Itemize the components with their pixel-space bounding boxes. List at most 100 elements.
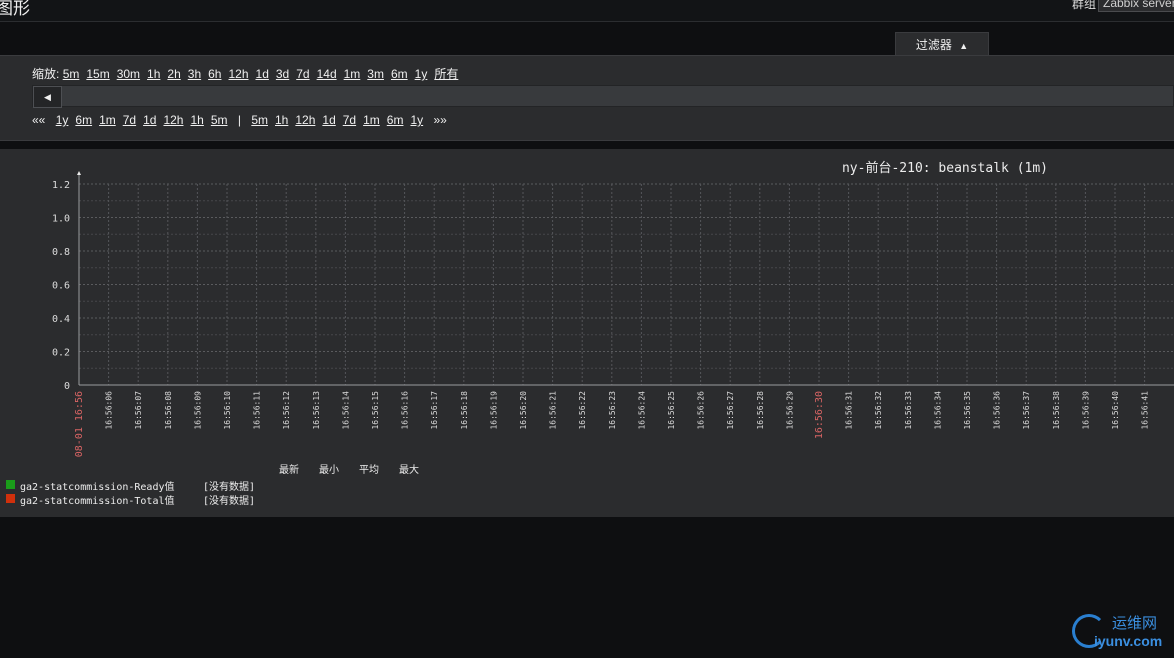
zoom-link-3h[interactable]: 3h [188,67,201,81]
nav-back-5m[interactable]: 5m [211,113,228,127]
y-tick-label: 0.6 [52,281,70,292]
zoom-link-所有[interactable]: 所有 [434,67,458,81]
x-tick-label: 16:56:15 [371,391,380,430]
y-tick-label: 0.2 [52,348,70,359]
zoom-row: 缩放: 5m 15m 30m 1h 2h 3h 6h 12h 1d 3d 7d 14d 1m 3m 6m 1y… [32,65,465,82]
zoom-link-1m[interactable]: 1m [344,67,361,81]
legend-series-status: [没有数据] [203,482,256,493]
x-tick-label: 16:56:37 [1022,391,1031,430]
nav-forward-12h[interactable]: 12h [295,113,315,127]
page-title: 图形 [0,0,30,18]
time-scrollbar[interactable]: ◀ [32,85,1174,108]
page-header: 图形 群组 Zabbix servers [0,0,1174,22]
x-tick-label: 16:56:27 [726,391,735,430]
y-tick-label: 1.2 [52,180,70,191]
watermark: 运维网 iyunv.com [1070,612,1174,656]
zoom-link-15m[interactable]: 15m [86,67,109,81]
zoom-link-3m[interactable]: 3m [367,67,384,81]
y-tick-label: 1.0 [52,214,70,225]
group-select[interactable]: Zabbix servers [1098,0,1174,12]
nav-forward-1d[interactable]: 1d [322,113,335,127]
graph-area: ny-前台-210: beanstalk (1m) 0 0.2 0.4 0.6 0.8 1.… [0,149,1174,517]
zoom-link-6h[interactable]: 6h [208,67,221,81]
x-tick-label: 16:56:17 [430,391,439,430]
x-tick-label: 16:56:09 [193,391,202,430]
x-tick-label: 16:56:38 [1052,391,1061,430]
y-tick-label: 0 [64,381,70,392]
watermark-top-text: 运维网 [1112,615,1158,632]
legend-column-header: 最大 [399,465,419,476]
legend-series-name: ga2-statcommission-Ready值 [20,482,175,493]
nav-forward-1y[interactable]: 1y [410,113,423,127]
x-tick-label: 16:56:32 [874,391,883,430]
filter-panel: 缩放: 5m 15m 30m 1h 2h 3h 6h 12h 1d 3d 7d 14d 1m 3m 6m 1y… [0,55,1174,141]
nav-forward-7d[interactable]: 7d [343,113,356,127]
scroll-left-button[interactable]: ◀ [33,86,62,108]
x-tick-label: 16:56:34 [933,391,942,430]
legend-header: 最新 最小 平均 最大 [279,461,439,476]
x-tick-label: 16:56:06 [105,391,114,430]
nav-back-1m[interactable]: 1m [99,113,116,127]
x-tick-label: 16:56:16 [401,391,410,430]
zoom-link-30m[interactable]: 30m [117,67,140,81]
nav-back-6m[interactable]: 6m [75,113,92,127]
zoom-label: 缩放: [32,67,60,81]
y-tick-label: 0.4 [52,314,70,325]
x-tick-label: 16:56:33 [904,391,913,430]
nav-separator: | [237,113,241,127]
legend-series-status: [没有数据] [203,496,256,507]
nav-back-7d[interactable]: 7d [123,113,136,127]
zoom-link-7d[interactable]: 7d [296,67,309,81]
nav-back-1d[interactable]: 1d [143,113,156,127]
x-tick-label: 16:56:25 [667,391,676,430]
nav-back-12h[interactable]: 12h [163,113,183,127]
x-tick-label: 16:56:28 [756,391,765,430]
period-nav-row: «« 1y 6m 1m 7d 1d 12h 1h 5m | 5m 1h 12h 1d 7d 1m 6m 1y… [32,113,454,127]
nav-back-1h[interactable]: 1h [190,113,203,127]
x-tick-label: 16:56:40 [1111,391,1120,430]
beanstalk-graph: ny-前台-210: beanstalk (1m) 0 0.2 0.4 0.6 0.8 1.… [52,160,1174,457]
x-tick-label: 16:56:10 [223,391,232,430]
filter-toggle-tab[interactable]: 过滤器 ▲ [895,32,989,55]
x-tick-label: 16:56:35 [963,391,972,430]
x-tick-label: 16:56:14 [341,391,350,430]
zoom-link-3d[interactable]: 3d [276,67,289,81]
x-tick-label: 16:56:41 [1141,391,1150,430]
nav-forward-link[interactable]: »» [433,113,446,127]
x-tick-label: 16:56:39 [1081,391,1090,430]
zoom-link-1h[interactable]: 1h [147,67,160,81]
x-tick-label: 16:56:24 [637,391,646,430]
x-tick-label: 16:56:11 [253,391,262,430]
nav-back-1y[interactable]: 1y [56,113,69,127]
x-tick-label: 16:56:12 [282,391,291,430]
zoom-link-5m[interactable]: 5m [63,67,80,81]
zoom-link-14d[interactable]: 14d [317,67,337,81]
y-tick-label: 0.8 [52,247,70,258]
x-tick-label: 16:56:30 [814,391,825,439]
zoom-link-12h[interactable]: 12h [228,67,248,81]
nav-forward-1m[interactable]: 1m [363,113,380,127]
nav-forward-1h[interactable]: 1h [275,113,288,127]
legend-series-name: ga2-statcommission-Total值 [20,496,175,507]
triangle-up-icon: ▲ [959,41,969,51]
zoom-link-1d[interactable]: 1d [256,67,269,81]
x-tick-label: 16:56:31 [845,391,854,430]
zoom-link-2h[interactable]: 2h [167,67,180,81]
legend-column-header: 最新 [279,465,299,476]
nav-forward-6m[interactable]: 6m [387,113,404,127]
x-tick-label: 16:56:23 [608,391,617,430]
x-tick-label: 16:56:20 [519,391,528,430]
zoom-link-1y[interactable]: 1y [415,67,428,81]
nav-back-link[interactable]: «« [32,113,45,127]
x-tick-label: 16:56:22 [578,391,587,430]
x-tick-label: 16:56:29 [785,391,794,430]
legend-swatch [6,494,15,503]
x-tick-label: 08-01 16:56 [74,391,85,457]
x-tick-label: 16:56:13 [312,391,321,430]
x-tick-label: 16:56:36 [993,391,1002,430]
nav-forward-5m[interactable]: 5m [251,113,268,127]
y-axis-arrow-icon [77,171,81,175]
x-tick-label: 16:56:26 [697,391,706,430]
zoom-link-6m[interactable]: 6m [391,67,408,81]
watermark-bottom-text: iyunv.com [1094,633,1163,649]
